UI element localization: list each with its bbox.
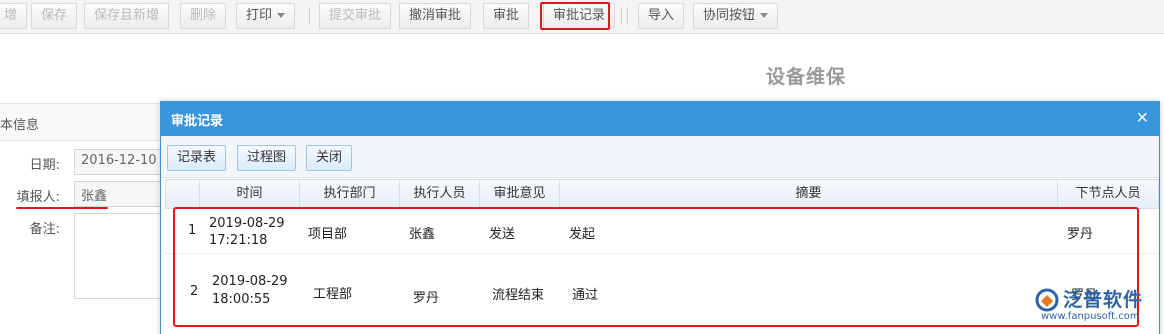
toolbar-divider — [627, 7, 628, 25]
import-button[interactable]: 导入 — [638, 3, 685, 29]
rows-highlight — [173, 207, 1139, 327]
main-toolbar: 增 保存 保存且新增 删除 打印 提交审批 撤消审批 审批 审批记录 导入 协同… — [0, 0, 1164, 34]
reporter-underline — [16, 207, 108, 209]
grid-header: 时间 执行部门 执行人员 审批意见 摘要 下节点人员 — [165, 179, 1159, 209]
column-header-opinion[interactable]: 审批意见 — [480, 180, 560, 208]
note-label: 备注: — [29, 222, 60, 237]
dialog-toolbar: 记录表 过程图 关闭 — [161, 136, 1159, 178]
save-button[interactable]: 保存 — [31, 3, 78, 29]
brand-name: 泛普软件 — [1063, 289, 1144, 311]
column-header-dept[interactable]: 执行部门 — [300, 180, 400, 208]
collaboration-button-label: 协同按钮 — [703, 8, 756, 23]
reporter-field[interactable]: 张鑫 — [74, 181, 174, 207]
print-button[interactable]: 打印 — [236, 3, 296, 29]
submit-approval-button[interactable]: 提交审批 — [319, 3, 392, 29]
brand-logo-icon — [1035, 288, 1059, 312]
approval-record-highlight — [540, 2, 610, 30]
record-table-button[interactable]: 记录表 — [167, 145, 227, 171]
dialog-title: 审批记录 — [171, 114, 224, 129]
approve-button[interactable]: 审批 — [483, 3, 530, 29]
section-title: 本信息 — [0, 118, 40, 133]
column-header-summary[interactable]: 摘要 — [560, 180, 1058, 208]
delete-button[interactable]: 删除 — [180, 3, 227, 29]
page-title: 设备维保 — [766, 66, 847, 88]
date-field[interactable]: 2016-12-10 — [74, 149, 174, 175]
section-header: 本信息 — [0, 103, 170, 141]
brand-url: www.fanpusoft.com — [1041, 311, 1140, 322]
column-header-time[interactable]: 时间 — [200, 180, 300, 208]
column-header-index — [166, 180, 200, 208]
revoke-approval-button[interactable]: 撤消审批 — [399, 3, 472, 29]
dialog-close-button[interactable]: 关闭 — [306, 145, 353, 171]
process-chart-button[interactable]: 过程图 — [237, 145, 297, 171]
column-header-next[interactable]: 下节点人员 — [1058, 180, 1158, 208]
column-header-person[interactable]: 执行人员 — [400, 180, 480, 208]
reporter-label: 填报人: — [16, 190, 60, 205]
toolbar-divider — [309, 7, 310, 25]
close-icon[interactable]: ✕ — [1136, 109, 1149, 127]
brand-logo: 泛普软件 www.fanpusoft.com — [1035, 285, 1161, 329]
note-textarea[interactable] — [74, 213, 174, 299]
add-button[interactable]: 增 — [0, 3, 28, 29]
date-label: 日期: — [29, 158, 60, 173]
toolbar-divider — [621, 7, 622, 25]
dialog-header: 审批记录 ✕ — [161, 102, 1159, 136]
print-button-label: 打印 — [246, 8, 273, 23]
collaboration-button[interactable]: 协同按钮 — [693, 3, 779, 29]
save-and-new-button[interactable]: 保存且新增 — [84, 3, 170, 29]
chevron-down-icon — [760, 13, 769, 18]
chevron-down-icon — [277, 13, 286, 18]
